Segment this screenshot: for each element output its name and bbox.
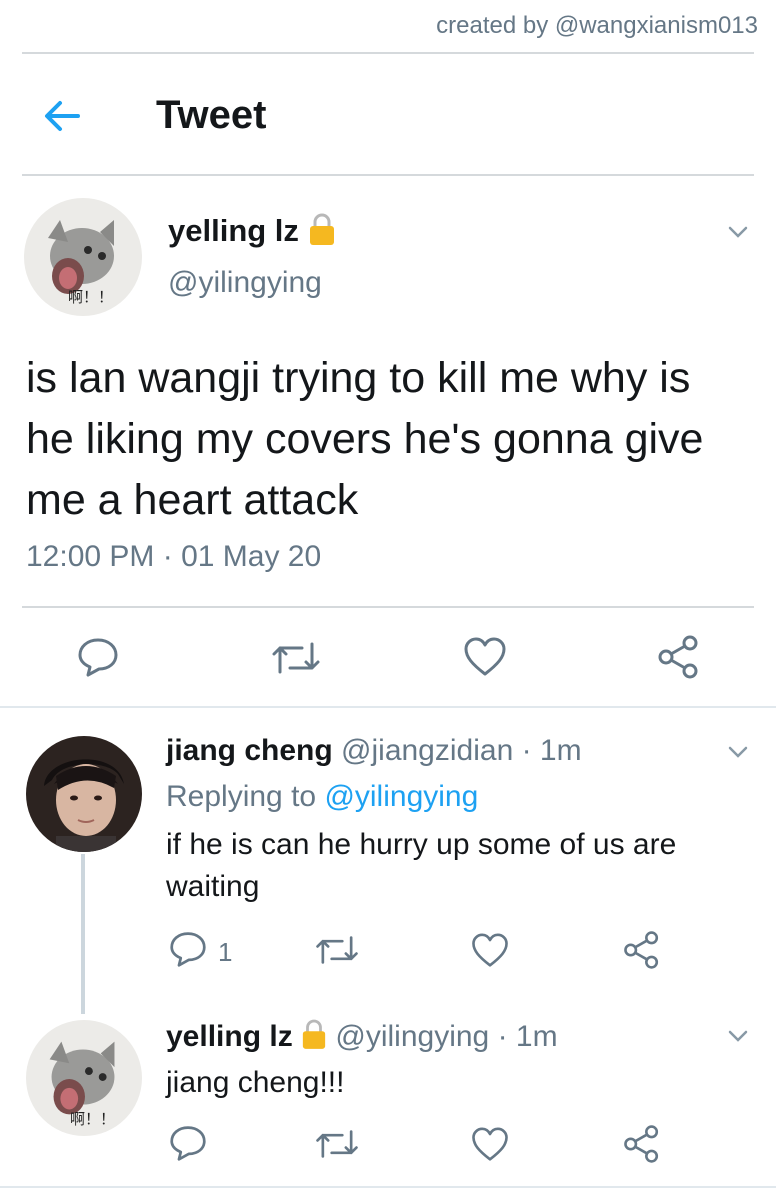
share-button[interactable] [656,634,702,680]
reply-button[interactable] [76,636,120,678]
reply-author-name[interactable]: yelling lz [166,1020,293,1053]
jiang-cheng-avatar-image [26,736,142,852]
thread-connector [81,854,85,1014]
reply-avatar[interactable]: 啊！！ [26,1020,142,1136]
reply-button[interactable] [168,1124,208,1162]
like-button[interactable] [470,1126,510,1163]
reply-text: if he is can he hurry up some of us are … [166,828,677,903]
like-button[interactable] [470,932,510,969]
tweet-timestamp[interactable]: 12:00 PM · 01 May 20 [26,540,321,574]
page-title: Tweet [156,93,267,137]
back-button[interactable] [38,92,86,140]
reply-more-menu-button[interactable] [722,1020,754,1057]
reply-icon [170,932,206,967]
reply-time: · 1m [497,1019,558,1053]
heart-icon [472,933,508,967]
avatar-caption: 啊！！ [70,1111,116,1128]
reply-author-handle[interactable]: @yilingying [335,1020,489,1053]
share-button[interactable] [622,930,662,970]
retweet-button[interactable] [314,1126,360,1162]
like-button[interactable] [462,636,508,678]
avatar-caption: 啊！！ [68,289,114,306]
retweet-icon [316,1130,358,1158]
tweet-divider [22,606,754,608]
lock-icon [301,1018,327,1058]
reply-author-name[interactable]: jiang cheng [166,734,333,767]
chevron-down-icon [728,226,748,238]
section-divider [0,706,776,708]
reply-icon [170,1126,206,1161]
reply-more-menu-button[interactable] [722,736,754,773]
reply-icon [78,638,118,677]
share-icon [624,931,659,969]
retweet-button[interactable] [314,932,360,968]
reply-text: jiang cheng!!! [166,1066,345,1099]
lock-icon [308,212,336,254]
more-menu-button[interactable] [722,216,754,253]
heart-icon [472,1127,508,1161]
reply-button[interactable] [168,930,208,968]
replying-to-link[interactable]: @yilingying [324,780,478,813]
share-icon [658,635,698,679]
author-handle[interactable]: @yilingying [168,266,322,300]
chevron-down-icon [728,1030,748,1042]
retweet-button[interactable] [270,638,322,678]
reply-author-handle[interactable]: @jiangzidian [341,734,513,767]
replying-to-label: Replying to [166,780,317,813]
arrow-left-icon [45,101,80,131]
heart-icon [464,637,506,676]
header-divider [22,174,754,176]
tweet-text: is lan wangji trying to kill me why is h… [26,354,704,524]
chevron-down-icon [728,746,748,758]
author-name[interactable]: yelling lz [168,213,299,248]
top-divider [22,52,754,54]
share-button[interactable] [622,1124,662,1164]
share-icon [624,1125,659,1163]
avatar[interactable]: 啊！！ [24,198,142,316]
reply-time: · 1m [521,734,582,767]
retweet-icon [316,936,358,964]
reply-count: 1 [218,937,233,967]
bottom-divider [0,1186,776,1188]
creator-credit: created by @wangxianism013 [436,12,758,39]
retweet-icon [272,642,320,674]
reply-avatar[interactable] [26,736,142,852]
